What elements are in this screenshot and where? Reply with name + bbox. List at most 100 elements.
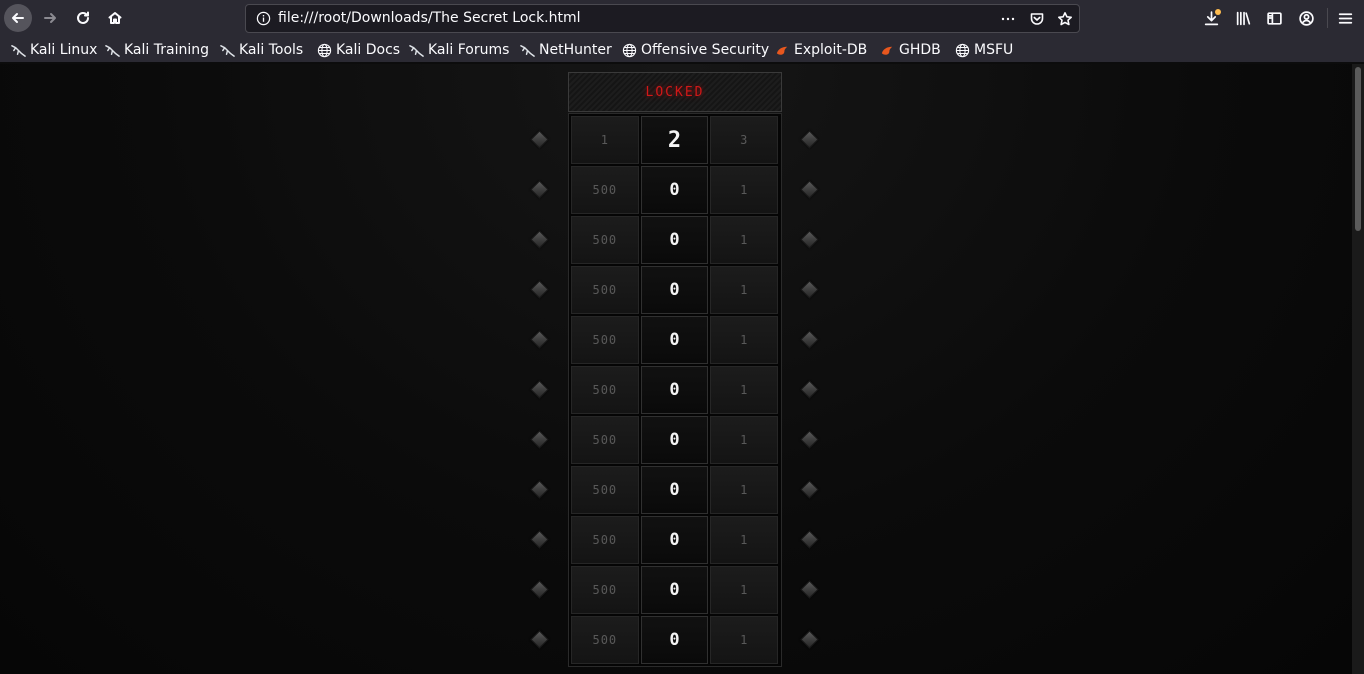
page-actions-button[interactable] bbox=[999, 10, 1017, 28]
knob-right[interactable] bbox=[800, 330, 819, 349]
lock-digit-current[interactable]: 0 bbox=[640, 566, 709, 614]
lock-digit-next: 1 bbox=[710, 166, 779, 214]
back-button[interactable] bbox=[4, 4, 32, 32]
lock-row: 500 0 1 bbox=[571, 466, 780, 516]
menu-button[interactable] bbox=[1335, 8, 1355, 28]
home-button[interactable] bbox=[101, 4, 129, 32]
arrow-left-icon bbox=[12, 13, 24, 23]
forward-button[interactable] bbox=[36, 4, 64, 32]
bookmark-kali-linux[interactable]: Kali Linux bbox=[10, 40, 97, 60]
bookmark-kali-training[interactable]: Kali Training bbox=[104, 40, 209, 60]
bookmark-nethunter[interactable]: NetHunter bbox=[519, 40, 612, 60]
lock-row: 123 bbox=[571, 116, 780, 166]
reload-button[interactable] bbox=[69, 4, 97, 32]
url-text[interactable]: file:///root/Downloads/The Secret Lock.h… bbox=[278, 10, 581, 26]
lock-digit-current[interactable]: 0 bbox=[640, 166, 709, 214]
knob-left[interactable] bbox=[530, 430, 549, 449]
knob-right[interactable] bbox=[800, 280, 819, 299]
account-button[interactable] bbox=[1296, 8, 1316, 28]
knob-right[interactable] bbox=[800, 230, 819, 249]
lock-digit-next: 1 bbox=[710, 566, 779, 614]
lock-digit-current[interactable]: 0 bbox=[640, 216, 709, 264]
browser-toolbar: file:///root/Downloads/The Secret Lock.h… bbox=[0, 0, 1364, 36]
knob-right[interactable] bbox=[800, 430, 819, 449]
lock-digit-prev: 500 bbox=[571, 466, 639, 514]
knob-right[interactable] bbox=[800, 480, 819, 499]
knob-left[interactable] bbox=[530, 280, 549, 299]
knob-left[interactable] bbox=[530, 530, 549, 549]
lock-digit-current[interactable]: 0 bbox=[640, 316, 709, 364]
kali-dragon-icon bbox=[408, 42, 424, 58]
lock-digit-next: 1 bbox=[710, 266, 779, 314]
knob-left[interactable] bbox=[530, 130, 549, 149]
bookmark-label: Offensive Security bbox=[641, 42, 770, 58]
pocket-button[interactable] bbox=[1028, 10, 1046, 28]
knob-right[interactable] bbox=[800, 630, 819, 649]
bookmark-kali-tools[interactable]: Kali Tools bbox=[219, 40, 303, 60]
lock-row: 500 0 1 bbox=[571, 166, 780, 216]
kali-dragon-icon bbox=[10, 42, 26, 58]
knob-left[interactable] bbox=[530, 330, 549, 349]
knob-right[interactable] bbox=[800, 180, 819, 199]
lock-digit-current[interactable]: 0 bbox=[640, 466, 709, 514]
info-icon[interactable] bbox=[256, 11, 271, 26]
bookmark-star-button[interactable] bbox=[1056, 10, 1074, 28]
bookmark-label: Exploit-DB bbox=[794, 42, 868, 58]
bookmark-exploit-db[interactable]: Exploit-DB bbox=[774, 40, 867, 60]
lock-row: 500 0 1 bbox=[571, 316, 780, 366]
library-button[interactable] bbox=[1233, 8, 1253, 28]
lock-digit-next: 1 bbox=[710, 466, 779, 514]
star-icon bbox=[1058, 12, 1072, 26]
vertical-scrollbar[interactable] bbox=[1352, 64, 1364, 674]
knob-left[interactable] bbox=[530, 380, 549, 399]
lock-digit-prev: 500 bbox=[571, 216, 639, 264]
lock-digit-next: 1 bbox=[710, 366, 779, 414]
secret-lock: LOCKED 1 2 3 500 0 1 500 0 1 500 0 1 500 0 1 500 0 1 500 0 1… bbox=[568, 72, 782, 667]
scrollbar-thumb[interactable] bbox=[1355, 67, 1361, 231]
lock-digit-current[interactable]: 0 bbox=[640, 266, 709, 314]
lock-row: 500 0 1 bbox=[571, 616, 780, 666]
knob-left[interactable] bbox=[530, 180, 549, 199]
lock-digit-current[interactable]: 0 bbox=[640, 416, 709, 464]
sidebar-button[interactable] bbox=[1264, 8, 1284, 28]
lock-row: 500 0 1 bbox=[571, 266, 780, 316]
lock-row: 500 0 1 bbox=[571, 566, 780, 616]
knob-right[interactable] bbox=[800, 130, 819, 149]
kali-dragon-icon bbox=[104, 42, 120, 58]
pocket-icon bbox=[1030, 13, 1044, 25]
knob-left[interactable] bbox=[530, 630, 549, 649]
bookmark-label: Kali Forums bbox=[428, 42, 510, 58]
knob-left[interactable] bbox=[530, 480, 549, 499]
knob-right[interactable] bbox=[800, 530, 819, 549]
lock-digit-prev: 500 bbox=[571, 516, 639, 564]
lock-digit-next: 1 bbox=[710, 516, 779, 564]
bookmarks-toolbar: Kali Linux Kali Training Kali Tools Kali… bbox=[0, 36, 1364, 63]
lock-digit-current[interactable]: 0 bbox=[640, 366, 709, 414]
bookmark-msfu[interactable]: MSFU bbox=[954, 40, 1013, 60]
knob-right[interactable] bbox=[800, 380, 819, 399]
lock-digit-current[interactable]: 0 bbox=[640, 616, 709, 664]
bookmark-label: Kali Training bbox=[124, 42, 209, 58]
bookmark-ghdb[interactable]: GHDB bbox=[879, 40, 941, 60]
bookmark-kali-docs[interactable]: Kali Docs bbox=[316, 40, 400, 60]
page-content: LOCKED 1 2 3 500 0 1 500 0 1 500 0 1 500 0 1 500 0 1 500 0 1… bbox=[0, 64, 1352, 674]
lock-digit-prev: 500 bbox=[571, 566, 639, 614]
lock-digit-next: 1 bbox=[710, 416, 779, 464]
lock-digit-current[interactable]: 2 bbox=[640, 116, 709, 164]
lock-digit-next: 1 bbox=[710, 316, 779, 364]
home-icon bbox=[108, 12, 122, 24]
bookmark-offensive-security[interactable]: Offensive Security bbox=[621, 40, 769, 60]
bookmark-kali-forums[interactable]: Kali Forums bbox=[408, 40, 509, 60]
address-bar[interactable]: file:///root/Downloads/The Secret Lock.h… bbox=[245, 4, 1080, 33]
knob-right[interactable] bbox=[800, 580, 819, 599]
hamburger-icon bbox=[1338, 12, 1352, 24]
account-icon bbox=[1298, 10, 1314, 26]
knob-left[interactable] bbox=[530, 580, 549, 599]
lock-digit-current[interactable]: 0 bbox=[640, 516, 709, 564]
lock-status-text: LOCKED bbox=[645, 84, 705, 100]
lock-digit-prev: 500 bbox=[571, 616, 639, 664]
knob-left[interactable] bbox=[530, 230, 549, 249]
library-icon bbox=[1236, 11, 1250, 25]
lock-digit-next: 1 bbox=[710, 616, 779, 664]
exploit-db-icon bbox=[879, 42, 895, 58]
